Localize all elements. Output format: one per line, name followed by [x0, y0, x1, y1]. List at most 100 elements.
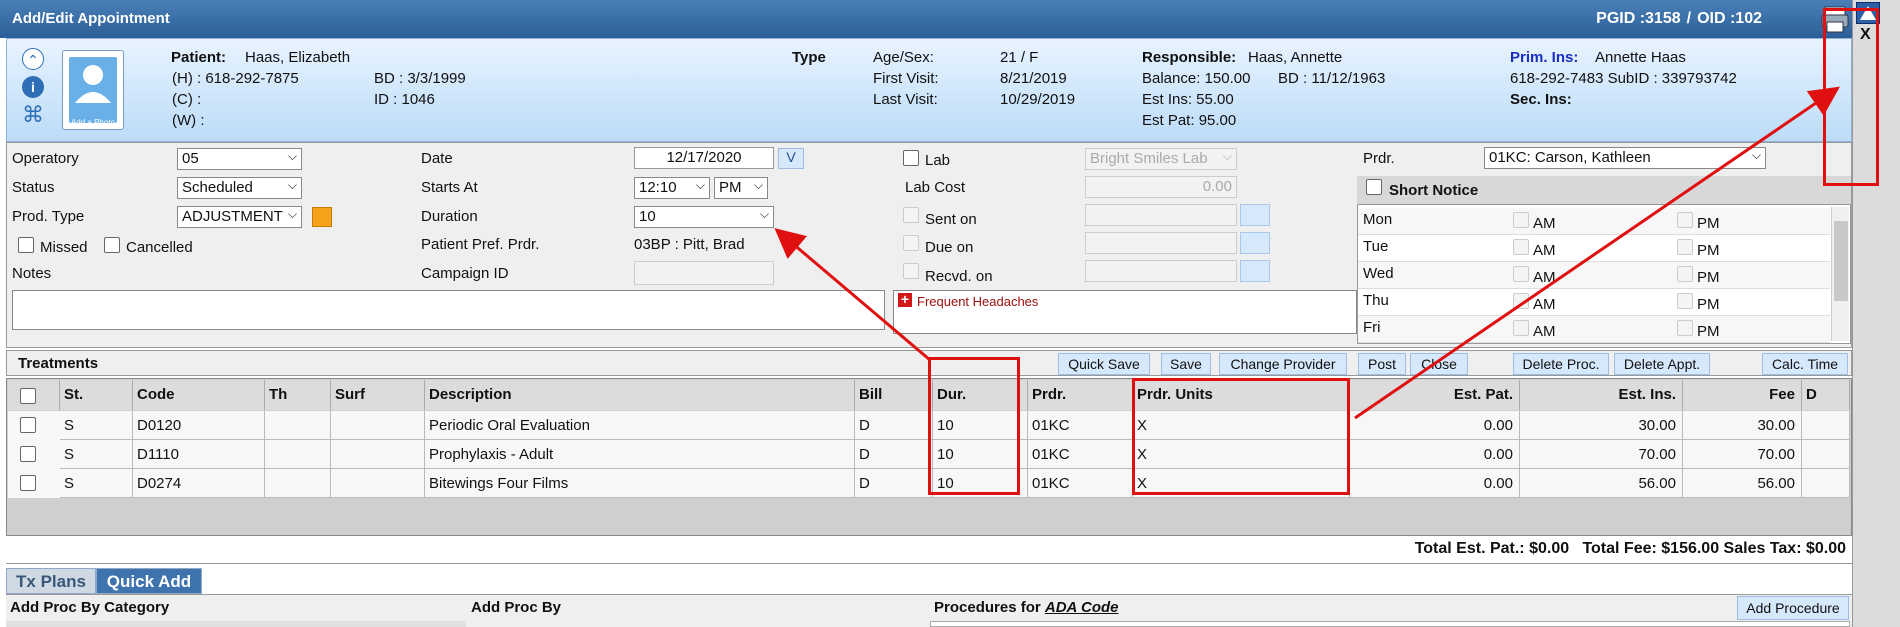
column-header[interactable]: Description	[425, 380, 855, 410]
add-procedure-button[interactable]: Add Procedure	[1737, 596, 1849, 620]
select-all-checkbox[interactable]	[20, 388, 36, 404]
quick-save-button[interactable]: Quick Save	[1058, 353, 1150, 375]
info-icon[interactable]: i	[22, 76, 44, 98]
collapse-icon[interactable]: ⌃	[22, 48, 44, 70]
prdr-select[interactable]: 01KC: Carson, Kathleen ⌵	[1484, 147, 1766, 169]
save-button[interactable]: Save	[1161, 353, 1211, 375]
short-notice-day-row	[1358, 289, 1830, 316]
patient-photo[interactable]: Add a Photo	[62, 50, 124, 130]
chevron-down-icon: ⌵	[287, 149, 297, 163]
responsible-label: Responsible:	[1142, 49, 1237, 66]
day-pm-checkbox[interactable]	[1677, 293, 1693, 309]
duration-select[interactable]: 10 ⌵	[634, 206, 774, 228]
recvd-on-date-button[interactable]	[1240, 260, 1270, 282]
lab-cost-input[interactable]: 0.00	[1085, 176, 1237, 198]
day-label: Tue	[1363, 238, 1389, 255]
table-cell: 70.00	[1520, 440, 1683, 469]
table-cell	[331, 469, 425, 498]
prdr-label: Prdr.	[1363, 150, 1395, 167]
campaign-input[interactable]	[634, 261, 774, 285]
column-header[interactable]: Est. Ins.	[1520, 380, 1683, 410]
missed-checkbox[interactable]	[18, 237, 34, 253]
row-checkbox[interactable]	[20, 446, 36, 462]
sent-on-date-button[interactable]	[1240, 204, 1270, 226]
treatments-title: Treatments	[18, 355, 99, 372]
date-input[interactable]: 12/17/2020	[634, 147, 774, 169]
delete-proc-button[interactable]: Delete Proc.	[1513, 353, 1609, 375]
day-am-checkbox[interactable]	[1513, 293, 1529, 309]
notes-textarea[interactable]	[12, 290, 885, 330]
column-header[interactable]: Fee	[1683, 380, 1802, 410]
table-cell: 01KC	[1028, 440, 1133, 469]
pgid-oid: PGID :3158 / OID :102	[1596, 10, 1762, 28]
day-am-checkbox[interactable]	[1513, 266, 1529, 282]
start-ampm-value: PM	[719, 179, 742, 196]
cancelled-checkbox[interactable]	[104, 237, 120, 253]
column-header[interactable]: Bill	[855, 380, 933, 410]
tab-quick-add[interactable]: Quick Add	[96, 568, 202, 594]
recvd-on-input[interactable]	[1085, 260, 1237, 282]
lab-select[interactable]: Bright Smiles Lab ⌵	[1085, 148, 1237, 170]
ada-code-link[interactable]: ADA Code	[1045, 599, 1119, 616]
due-on-date-button[interactable]	[1240, 232, 1270, 254]
recvd-on-checkbox[interactable]	[903, 263, 919, 279]
day-pm-checkbox[interactable]	[1677, 239, 1693, 255]
column-header[interactable]: Surf	[331, 380, 425, 410]
start-time-value: 12:10	[639, 179, 677, 196]
day-am-checkbox[interactable]	[1513, 212, 1529, 228]
table-cell	[265, 440, 331, 469]
table-cell: 01KC	[1028, 469, 1133, 498]
day-am-checkbox[interactable]	[1513, 320, 1529, 336]
table-cell: 56.00	[1520, 469, 1683, 498]
attachment-icon[interactable]: ⌘	[22, 104, 44, 126]
short-notice-day-row	[1358, 235, 1830, 262]
days-scroll-thumb[interactable]	[1834, 221, 1848, 301]
delete-appt-button[interactable]: Delete Appt.	[1614, 353, 1710, 375]
category-list[interactable]	[6, 621, 466, 627]
operatory-value: 05	[182, 150, 199, 167]
calc-time-button[interactable]: Calc. Time	[1762, 353, 1848, 375]
post-button[interactable]: Post	[1358, 353, 1406, 375]
prod-type-color-swatch[interactable]	[312, 207, 332, 227]
start-time-select[interactable]: 12:10 ⌵	[634, 177, 710, 199]
day-pm-checkbox[interactable]	[1677, 266, 1693, 282]
column-header[interactable]: Est. Pat.	[1350, 380, 1520, 410]
day-pm-checkbox[interactable]	[1677, 320, 1693, 336]
medical-alert-text: Frequent Headaches	[917, 294, 1039, 309]
responsible-name: Haas, Annette	[1248, 49, 1343, 66]
tab-tx-plans[interactable]: Tx Plans	[6, 568, 96, 594]
day-label: Mon	[1363, 211, 1393, 228]
add-proc-by-category: Add Proc By Category	[10, 599, 170, 616]
sent-on-input[interactable]	[1085, 204, 1237, 226]
table-cell	[265, 411, 331, 440]
due-on-input[interactable]	[1085, 232, 1237, 254]
operatory-select[interactable]: 05 ⌵	[177, 148, 302, 170]
lab-cost-label: Lab Cost	[905, 179, 966, 196]
sent-on-checkbox[interactable]	[903, 207, 919, 223]
row-checkbox[interactable]	[20, 475, 36, 491]
due-on-checkbox[interactable]	[903, 235, 919, 251]
column-header[interactable]: D	[1802, 380, 1850, 410]
table-cell: 0.00	[1350, 440, 1520, 469]
close-button-treatments[interactable]: Close	[1410, 353, 1468, 375]
procedures-list[interactable]	[930, 621, 1850, 627]
table-cell: S	[60, 411, 133, 440]
day-am-checkbox[interactable]	[1513, 239, 1529, 255]
change-provider-button[interactable]: Change Provider	[1219, 353, 1347, 375]
column-header[interactable]: Th	[265, 380, 331, 410]
start-ampm-select[interactable]: PM ⌵	[714, 177, 768, 199]
day-pm-checkbox[interactable]	[1677, 212, 1693, 228]
table-cell: D0274	[133, 469, 265, 498]
short-notice-checkbox[interactable]	[1366, 179, 1382, 195]
day-am-label: AM	[1533, 296, 1556, 313]
column-header[interactable]: Code	[133, 380, 265, 410]
date-picker-button[interactable]: V	[778, 148, 804, 169]
prod-type-select[interactable]: ADJUSTMENT ⌵	[177, 206, 302, 228]
column-header[interactable]: Prdr.	[1028, 380, 1133, 410]
lab-checkbox[interactable]	[903, 150, 919, 166]
status-select[interactable]: Scheduled ⌵	[177, 177, 302, 199]
column-header[interactable]: St.	[60, 380, 133, 410]
table-cell: Periodic Oral Evaluation	[425, 411, 855, 440]
days-scrollbar[interactable]	[1831, 207, 1849, 341]
row-checkbox[interactable]	[20, 417, 36, 433]
